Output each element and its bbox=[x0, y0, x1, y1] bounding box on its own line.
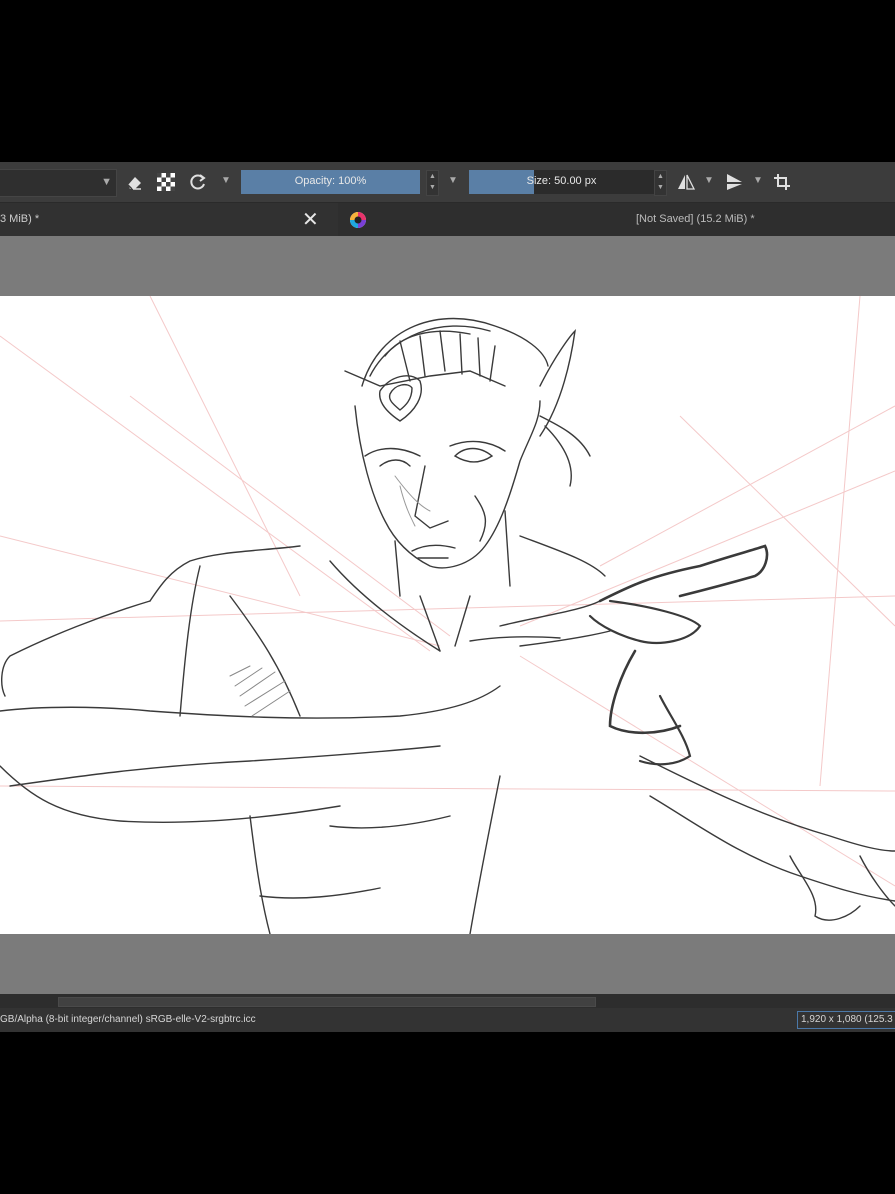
canvas[interactable] bbox=[0, 296, 895, 934]
chevron-down-icon[interactable]: ▼ bbox=[704, 175, 714, 186]
image-size-label[interactable]: 1,920 x 1,080 (125.3 M bbox=[797, 1011, 895, 1029]
status-bar: GB/Alpha (8-bit integer/channel) sRGB-el… bbox=[0, 1008, 895, 1032]
size-slider[interactable]: Size: 50.00 px bbox=[469, 170, 654, 194]
horizontal-scrollbar[interactable] bbox=[0, 994, 895, 1008]
mirror-vertical-icon[interactable] bbox=[722, 170, 746, 194]
eraser-icon[interactable] bbox=[122, 170, 146, 194]
document-tab[interactable]: 3 MiB) * ✕ bbox=[0, 203, 338, 236]
canvas-area[interactable] bbox=[0, 236, 895, 994]
sketch-drawing bbox=[0, 296, 895, 934]
wrap-around-icon[interactable] bbox=[770, 170, 794, 194]
alpha-lock-icon[interactable] bbox=[154, 170, 178, 194]
scrollbar-thumb[interactable] bbox=[58, 997, 596, 1007]
opacity-label: Opacity: 100% bbox=[294, 175, 367, 187]
opacity-spinner[interactable]: ▲ ▼ bbox=[426, 170, 439, 196]
chevron-down-icon: ▼ bbox=[101, 176, 112, 188]
tool-options-toolbar: ▼ ▼ Opacity: 100% ▲ ▼ ▼ Size: 50.00 px ▲… bbox=[0, 162, 895, 203]
close-icon[interactable]: ✕ bbox=[302, 210, 319, 230]
blend-mode-select[interactable]: ▼ bbox=[0, 169, 117, 197]
opacity-slider[interactable]: Opacity: 100% bbox=[241, 170, 420, 194]
chevron-down-icon[interactable]: ▼ bbox=[221, 175, 231, 186]
chevron-down-icon[interactable]: ▼ bbox=[753, 175, 763, 186]
reload-preset-icon[interactable] bbox=[186, 170, 210, 194]
krita-window: ▼ ▼ Opacity: 100% ▲ ▼ ▼ Size: 50.00 px ▲… bbox=[0, 162, 895, 1032]
mirror-horizontal-icon[interactable] bbox=[674, 170, 698, 194]
size-label: Size: 50.00 px bbox=[526, 175, 597, 187]
krita-logo-icon bbox=[350, 212, 366, 228]
tab-title: 3 MiB) * bbox=[0, 213, 40, 225]
chevron-down-icon[interactable]: ▼ bbox=[448, 175, 458, 186]
tab-title: [Not Saved] (15.2 MiB) * bbox=[636, 213, 755, 225]
color-profile-label: GB/Alpha (8-bit integer/channel) sRGB-el… bbox=[0, 1014, 256, 1025]
document-tab-bar: 3 MiB) * ✕ [Not Saved] (15.2 MiB) * bbox=[0, 203, 895, 237]
size-spinner[interactable]: ▲ ▼ bbox=[654, 170, 667, 196]
